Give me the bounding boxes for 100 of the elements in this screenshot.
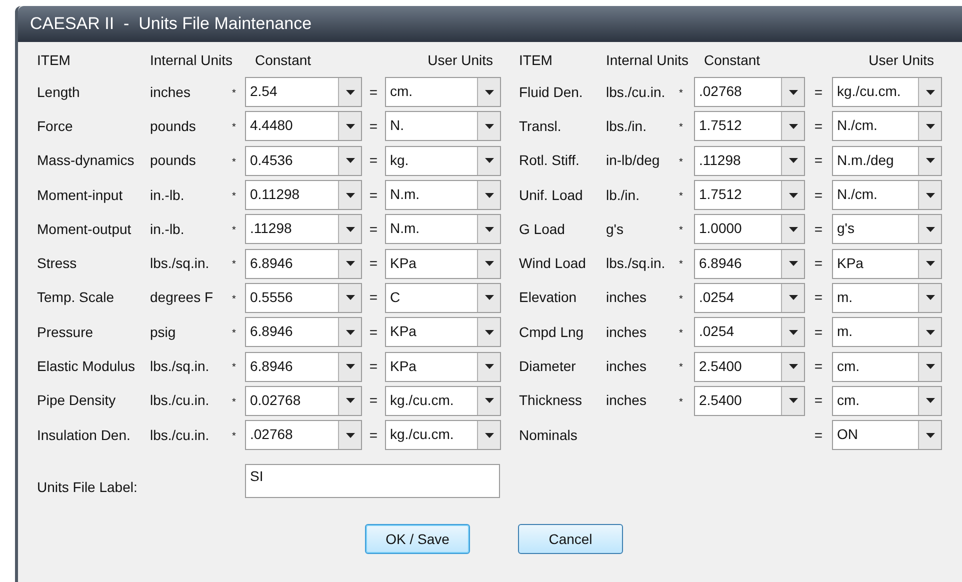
item-label: Mass-dynamics (37, 151, 136, 170)
internal-units: inches (606, 357, 648, 376)
constant-dropdown[interactable]: 2.5400 (694, 386, 805, 416)
dropdown-arrow-icon (484, 158, 494, 164)
equals-sign: = (369, 322, 378, 342)
constant-dropdown[interactable]: 4.4480 (245, 111, 362, 142)
user-units-dropdown[interactable]: kg./cu.cm. (385, 386, 501, 416)
item-label: Force (37, 116, 74, 136)
constant-dropdown[interactable]: 1.0000 (694, 214, 805, 244)
user-units-dropdown[interactable]: kg./cu.cm. (385, 420, 501, 450)
dialog-button[interactable]: OK / Save (365, 524, 470, 554)
constant-dropdown[interactable]: .11298 (245, 214, 362, 244)
constant-dropdown[interactable]: 0.4536 (245, 146, 362, 176)
internal-units: lbs./cu.in. (606, 82, 666, 102)
user-units-dropdown[interactable]: N.m./deg (832, 146, 942, 176)
constant-dropdown[interactable]: 2.5400 (694, 352, 805, 382)
user-units-dropdown[interactable]: cm. (385, 77, 501, 108)
user-units-dropdown[interactable]: kg./cu.cm. (832, 77, 942, 108)
internal-units: in-lb/deg (606, 151, 661, 170)
internal-units: inches (606, 391, 648, 410)
dropdown-arrow-icon (484, 124, 494, 129)
dropdown-arrow-icon (926, 398, 934, 404)
multiply-sign: * (679, 190, 683, 202)
dropdown-arrow-icon (346, 295, 354, 300)
equals-sign: = (814, 391, 823, 410)
user-units-dropdown[interactable]: cm. (832, 386, 942, 416)
multiply-sign: * (679, 294, 683, 305)
item-label: Pressure (37, 322, 94, 342)
item-label: Insulation Den. (37, 426, 132, 445)
user-units-dropdown[interactable]: m. (832, 317, 942, 348)
dropdown-arrow-icon (484, 330, 494, 335)
constant-dropdown[interactable]: 0.5556 (245, 282, 362, 313)
user-units-dropdown[interactable]: C (385, 282, 501, 313)
user-units-dropdown[interactable]: N. (385, 111, 501, 142)
constant-dropdown[interactable]: .0254 (694, 317, 805, 348)
user-units-dropdown[interactable]: KPa (832, 248, 942, 279)
user-units-dropdown[interactable]: KPa (385, 248, 501, 279)
constant-dropdown[interactable]: .02768 (245, 420, 362, 450)
constant-dropdown[interactable]: 0.11298 (245, 180, 362, 210)
user-units-dropdown[interactable]: kg. (385, 146, 501, 176)
equals-sign: = (814, 151, 823, 170)
multiply-sign: * (232, 122, 236, 134)
dropdown-arrow-icon (346, 158, 354, 164)
user-units-dropdown[interactable]: N.m. (385, 214, 501, 244)
dropdown-arrow-icon (788, 226, 798, 232)
user-units-dropdown[interactable]: g's (832, 214, 942, 244)
internal-units: pounds (150, 116, 197, 136)
dropdown-arrow-icon (788, 192, 798, 198)
equals-sign: = (369, 391, 378, 410)
item-label: Temp. Scale (37, 288, 116, 308)
dropdown-arrow-icon (346, 226, 354, 232)
constant-dropdown[interactable]: 1.7512 (694, 180, 805, 210)
dropdown-arrow-icon (926, 226, 934, 232)
equals-sign: = (814, 426, 823, 445)
units-label-field[interactable]: SI (245, 464, 500, 498)
dialog-button[interactable]: Cancel (518, 524, 623, 554)
dropdown-arrow-icon (926, 432, 934, 438)
user-units-dropdown[interactable]: ON (832, 420, 942, 450)
equals-sign: = (814, 220, 823, 239)
multiply-sign: * (232, 396, 236, 408)
constant-dropdown[interactable]: .02768 (694, 77, 805, 108)
dropdown-arrow-icon (484, 398, 494, 404)
constant-dropdown[interactable]: 2.54 (245, 77, 362, 108)
item-label: Elastic Modulus (37, 357, 136, 376)
dropdown-arrow-icon (926, 295, 934, 300)
equals-sign: = (369, 254, 378, 274)
multiply-sign: * (679, 88, 683, 99)
internal-units: lb./in. (606, 186, 640, 205)
user-units-dropdown[interactable]: cm. (832, 352, 942, 382)
equals-sign: = (369, 116, 378, 136)
constant-dropdown[interactable]: .0254 (694, 282, 805, 313)
constant-dropdown[interactable]: 6.8946 (694, 248, 805, 279)
dropdown-arrow-icon (484, 226, 494, 232)
internal-units: lbs./in. (606, 116, 648, 136)
constant-dropdown[interactable]: 1.7512 (694, 111, 805, 142)
dropdown-arrow-icon (788, 158, 798, 164)
constant-dropdown[interactable]: 6.8946 (245, 352, 362, 382)
constant-dropdown[interactable]: 0.02768 (245, 386, 362, 416)
constant-dropdown[interactable]: 6.8946 (245, 317, 362, 348)
dropdown-arrow-icon (484, 192, 494, 198)
item-label: Length (37, 82, 81, 102)
multiply-sign: * (232, 328, 236, 340)
constant-dropdown[interactable]: .11298 (694, 146, 805, 176)
equals-sign: = (369, 357, 378, 376)
user-units-dropdown[interactable]: N.m. (385, 180, 501, 210)
item-label: Unif. Load (519, 186, 584, 205)
multiply-sign: * (232, 362, 236, 374)
internal-units: lbs./sq.in. (606, 254, 666, 274)
user-units-dropdown[interactable]: KPa (385, 317, 501, 348)
item-label: Stress (37, 254, 78, 274)
user-units-dropdown[interactable]: m. (832, 282, 942, 313)
dropdown-arrow-icon (346, 192, 354, 198)
user-units-dropdown[interactable]: N./cm. (832, 111, 942, 142)
multiply-sign: * (232, 156, 236, 168)
item-label: Cmpd Lng (519, 322, 585, 342)
user-units-dropdown[interactable]: KPa (385, 352, 501, 382)
equals-sign: = (369, 151, 378, 170)
constant-dropdown[interactable]: 6.8946 (245, 248, 362, 279)
user-units-dropdown[interactable]: N./cm. (832, 180, 942, 210)
multiply-sign: * (679, 328, 683, 340)
